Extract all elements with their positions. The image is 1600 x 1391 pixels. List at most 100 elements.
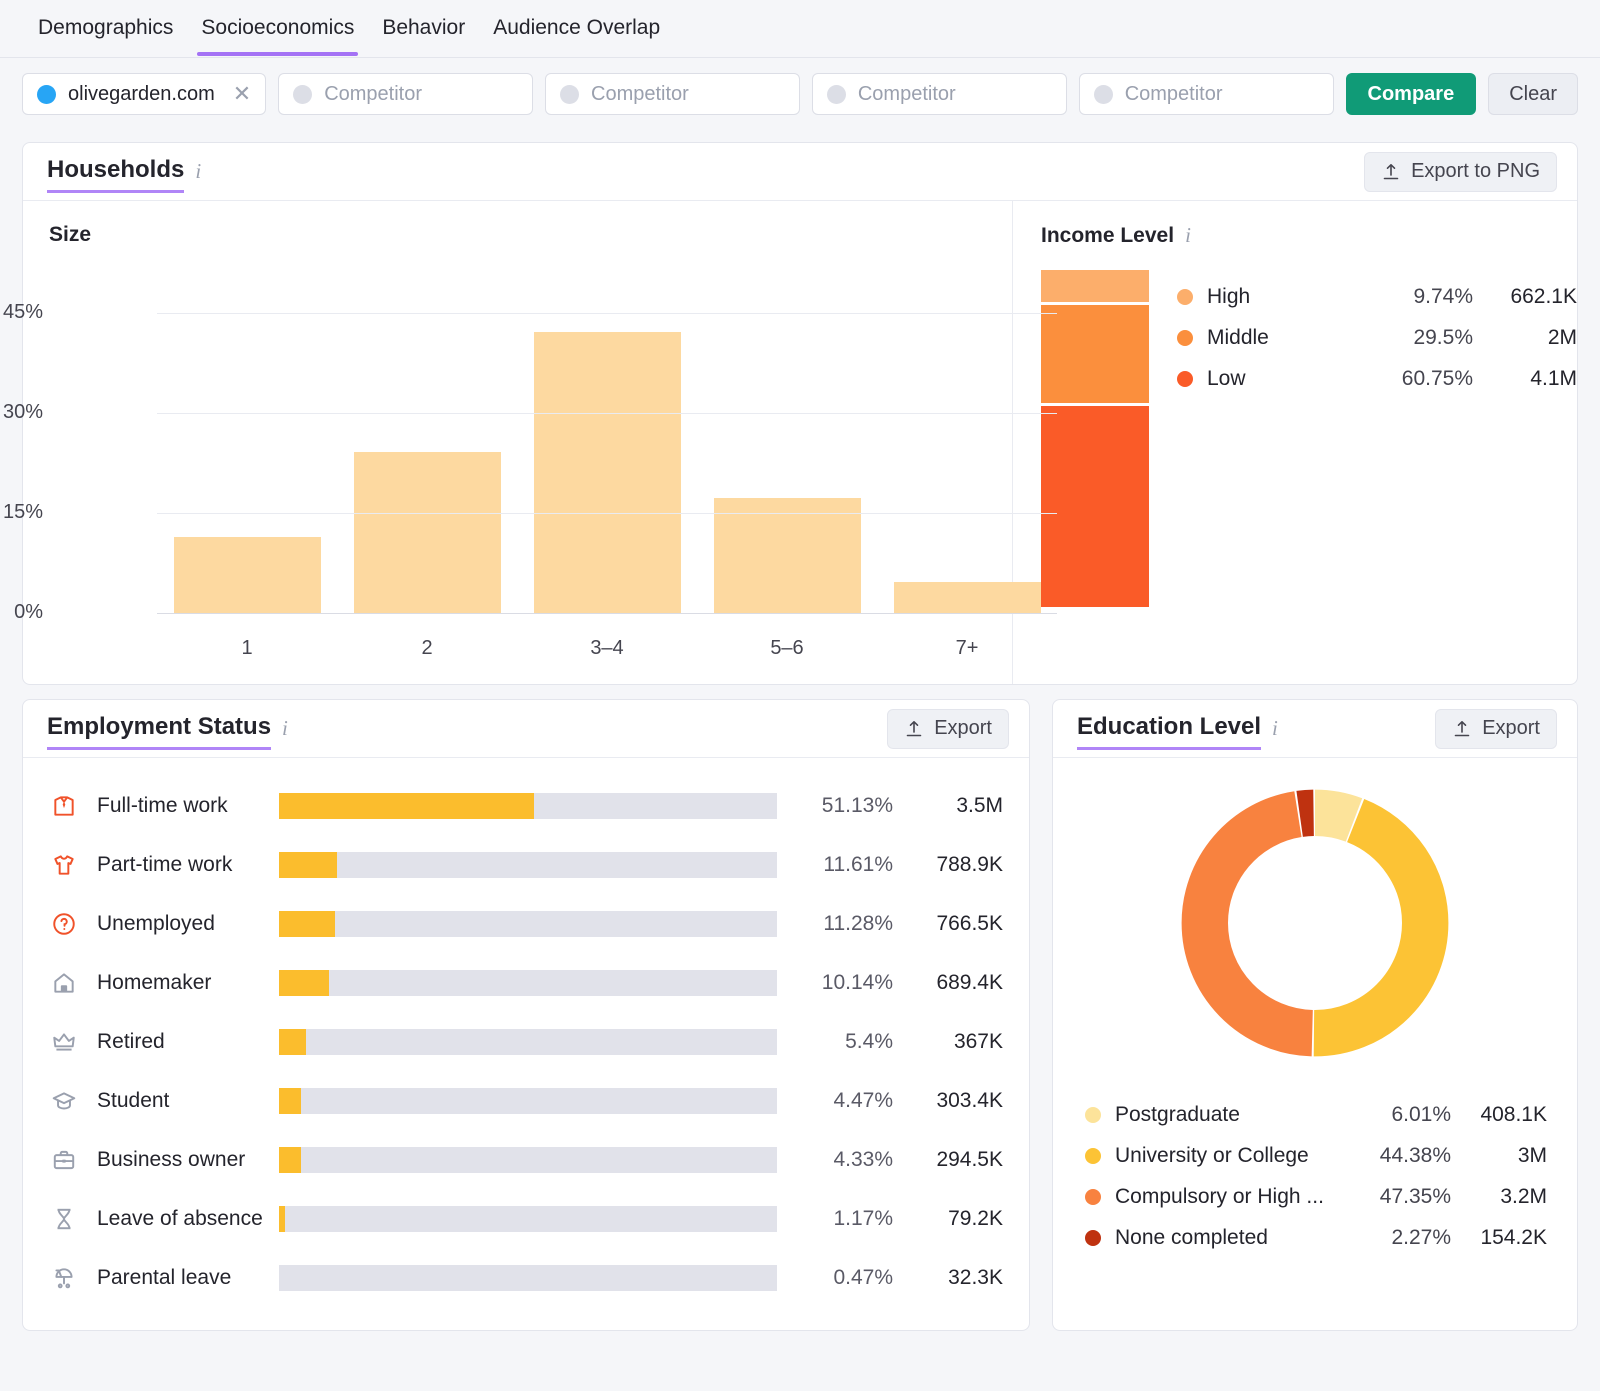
legend-color-dot — [1177, 370, 1193, 387]
employment-status-row[interactable]: Part-time work 11.61% 788.9K — [23, 835, 1029, 894]
domain-color-dot — [37, 84, 56, 104]
bar-series — [157, 293, 1057, 613]
legend-label: None completed — [1115, 1225, 1268, 1249]
employment-status-row[interactable]: Parental leave 0.47% 32.3K — [23, 1248, 1029, 1307]
tab-behavior[interactable]: Behavior — [368, 14, 479, 56]
education-chart-section: Postgraduate 6.01% 408.1K University or Col… — [1053, 758, 1577, 1330]
employment-status-label: Homemaker — [97, 970, 212, 994]
info-icon[interactable]: i — [1272, 716, 1278, 741]
info-icon[interactable]: i — [1185, 223, 1191, 248]
employment-status-row[interactable]: Business owner 4.33% 294.5K — [23, 1130, 1029, 1189]
compare-button[interactable]: Compare — [1345, 73, 1477, 115]
employment-status-label: Retired — [97, 1029, 165, 1053]
competitor-input-2[interactable]: Competitor — [545, 73, 800, 115]
income-level-section: Income Level i High 9.74% 662.1K Middle 29.5… — [1013, 201, 1577, 684]
shirt-tie-icon — [49, 791, 79, 821]
competitor-placeholder: Competitor — [591, 82, 689, 105]
bar-column[interactable] — [697, 293, 877, 613]
tab-socioeconomics[interactable]: Socioeconomics — [187, 14, 368, 56]
x-axis-tick-label: 1 — [241, 637, 253, 659]
bar-chart-x-axis-labels: 1 2 3–4 5–6 7+ — [157, 637, 1057, 660]
close-icon[interactable]: ✕ — [231, 83, 251, 105]
bar[interactable] — [353, 451, 501, 613]
education-legend: Postgraduate 6.01% 408.1K University or Col… — [1053, 1068, 1577, 1258]
income-stack-segment[interactable] — [1041, 405, 1149, 608]
employment-progress-fill — [279, 851, 337, 878]
bar[interactable] — [713, 498, 861, 613]
legend-label: High — [1207, 284, 1251, 308]
legend-percent: 47.35% — [1379, 1184, 1451, 1208]
education-level-title: Education Level — [1077, 713, 1262, 750]
legend-item[interactable]: None completed 2.27% 154.2K — [1085, 1217, 1547, 1258]
legend-item[interactable]: University or College 44.38% 3M — [1085, 1135, 1547, 1176]
y-axis-tick-label: 45% — [2, 301, 43, 323]
employment-progress-fill — [279, 1028, 306, 1055]
competitor-color-dot — [1093, 84, 1113, 104]
employment-status-title: Employment Status — [47, 713, 272, 750]
legend-count: 408.1K — [1480, 1102, 1547, 1126]
bar-column[interactable] — [337, 293, 517, 613]
bar-column[interactable] — [157, 293, 337, 613]
employment-status-row[interactable]: Retired 5.4% 367K — [23, 1012, 1029, 1071]
legend-count: 3.2M — [1500, 1184, 1547, 1208]
y-axis-tick-label: 15% — [2, 501, 43, 523]
employment-card-header: Employment Status i Export — [23, 700, 1029, 758]
employment-status-row[interactable]: Homemaker 10.14% 689.4K — [23, 953, 1029, 1012]
tab-demographics[interactable]: Demographics — [24, 14, 187, 56]
info-icon[interactable]: i — [195, 159, 201, 184]
household-size-bar-chart: 45% 30% 15% 0% 1 2 3–4 5–6 7+ — [3, 269, 1057, 669]
competitor-color-dot — [826, 84, 846, 104]
legend-color-dot — [1085, 1147, 1101, 1164]
gridline — [157, 313, 1057, 314]
income-stack-segment[interactable] — [1041, 270, 1149, 303]
competitor-input-4[interactable]: Competitor — [1078, 73, 1334, 115]
info-icon[interactable]: i — [282, 716, 288, 741]
clear-button[interactable]: Clear — [1488, 73, 1579, 115]
legend-item[interactable]: Postgraduate 6.01% 408.1K — [1085, 1094, 1547, 1135]
legend-item[interactable]: Compulsory or High ... 47.35% 3.2M — [1085, 1176, 1547, 1217]
income-legend: High 9.74% 662.1K Middle 29.5% 2M Low 60.75% 4.1… — [1177, 270, 1577, 607]
domain-chip-label: olivegarden.com — [68, 82, 215, 105]
employment-progress-fill — [279, 969, 330, 996]
employment-export-button[interactable]: Export — [887, 708, 1009, 749]
export-to-png-button[interactable]: Export to PNG — [1364, 151, 1557, 192]
domain-chip-olivegarden[interactable]: olivegarden.com ✕ — [22, 73, 267, 115]
tshirt-icon — [49, 850, 79, 880]
employment-percent: 10.14% — [821, 970, 893, 994]
competitor-input-1[interactable]: Competitor — [278, 73, 534, 115]
employment-progress-track — [279, 1028, 777, 1055]
donut-svg — [1181, 789, 1449, 1057]
upload-icon — [1452, 719, 1472, 739]
legend-percent: 9.74% — [1413, 284, 1473, 308]
legend-count: 2M — [1547, 325, 1577, 349]
employment-progress-fill — [279, 792, 534, 819]
employment-progress-fill — [279, 1146, 301, 1173]
legend-item[interactable]: High 9.74% 662.1K — [1177, 276, 1577, 317]
employment-status-row[interactable]: Unemployed 11.28% 766.5K — [23, 894, 1029, 953]
bar[interactable] — [893, 582, 1041, 613]
bar[interactable] — [533, 331, 681, 613]
employment-status-row[interactable]: Student 4.47% 303.4K — [23, 1071, 1029, 1130]
legend-item[interactable]: Low 60.75% 4.1M — [1177, 358, 1577, 399]
employment-status-row[interactable]: Leave of absence 1.17% 79.2K — [23, 1189, 1029, 1248]
employment-percent: 51.13% — [821, 793, 893, 817]
bar-column[interactable] — [877, 293, 1057, 613]
legend-label: Postgraduate — [1115, 1102, 1240, 1126]
legend-count: 4.1M — [1530, 366, 1577, 390]
legend-item[interactable]: Middle 29.5% 2M — [1177, 317, 1577, 358]
tab-audience-overlap[interactable]: Audience Overlap — [479, 14, 674, 56]
employment-percent: 4.47% — [833, 1088, 893, 1112]
legend-percent: 29.5% — [1413, 325, 1473, 349]
competitor-input-3[interactable]: Competitor — [811, 73, 1067, 115]
gridline — [157, 613, 1057, 614]
upload-icon — [904, 719, 924, 739]
employment-status-list: Full-time work 51.13% 3.5M Part-time work 11… — [23, 758, 1029, 1330]
employment-status-row[interactable]: Full-time work 51.13% 3.5M — [23, 776, 1029, 835]
bar[interactable] — [173, 537, 321, 613]
income-stack-segment[interactable] — [1041, 305, 1149, 403]
x-axis-tick-label: 7+ — [955, 637, 979, 659]
education-export-button[interactable]: Export — [1435, 708, 1557, 749]
bar-column[interactable] — [517, 293, 697, 613]
legend-percent: 44.38% — [1379, 1143, 1451, 1167]
employment-progress-track — [279, 910, 777, 937]
